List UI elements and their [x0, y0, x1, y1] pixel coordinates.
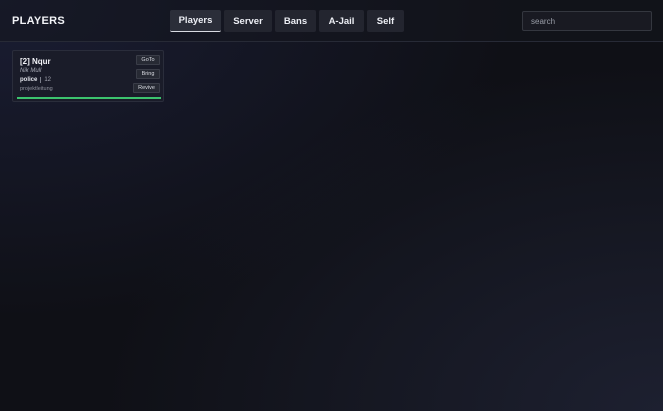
player-character-name: Nik Mull [20, 68, 42, 74]
job-separator [40, 77, 42, 83]
player-job-row: police 12 [20, 77, 51, 83]
goto-button[interactable]: GoTo [136, 55, 160, 65]
revive-button[interactable]: Revive [133, 83, 160, 93]
player-job-grade: 12 [44, 77, 52, 83]
tab-players[interactable]: Players [170, 10, 221, 32]
player-job: police [20, 77, 38, 83]
health-bar [17, 97, 161, 99]
tab-server[interactable]: Server [224, 10, 272, 32]
player-card: [2] Nqur Nik Mull police 12 projektleitu… [12, 50, 164, 102]
top-bar: PLAYERS Players Server Bans A-Jail Self [0, 0, 663, 42]
tab-a-jail[interactable]: A-Jail [319, 10, 364, 32]
search-input[interactable] [522, 11, 652, 31]
tab-bar: Players Server Bans A-Jail Self [170, 10, 404, 32]
page-title: PLAYERS [12, 15, 66, 27]
health-bar-fill [17, 97, 161, 99]
tab-self[interactable]: Self [367, 10, 404, 32]
tab-bans[interactable]: Bans [275, 10, 316, 32]
bring-button[interactable]: Bring [136, 69, 160, 79]
player-rank: projektleitung [20, 86, 53, 92]
player-name: [2] Nqur [20, 57, 51, 66]
